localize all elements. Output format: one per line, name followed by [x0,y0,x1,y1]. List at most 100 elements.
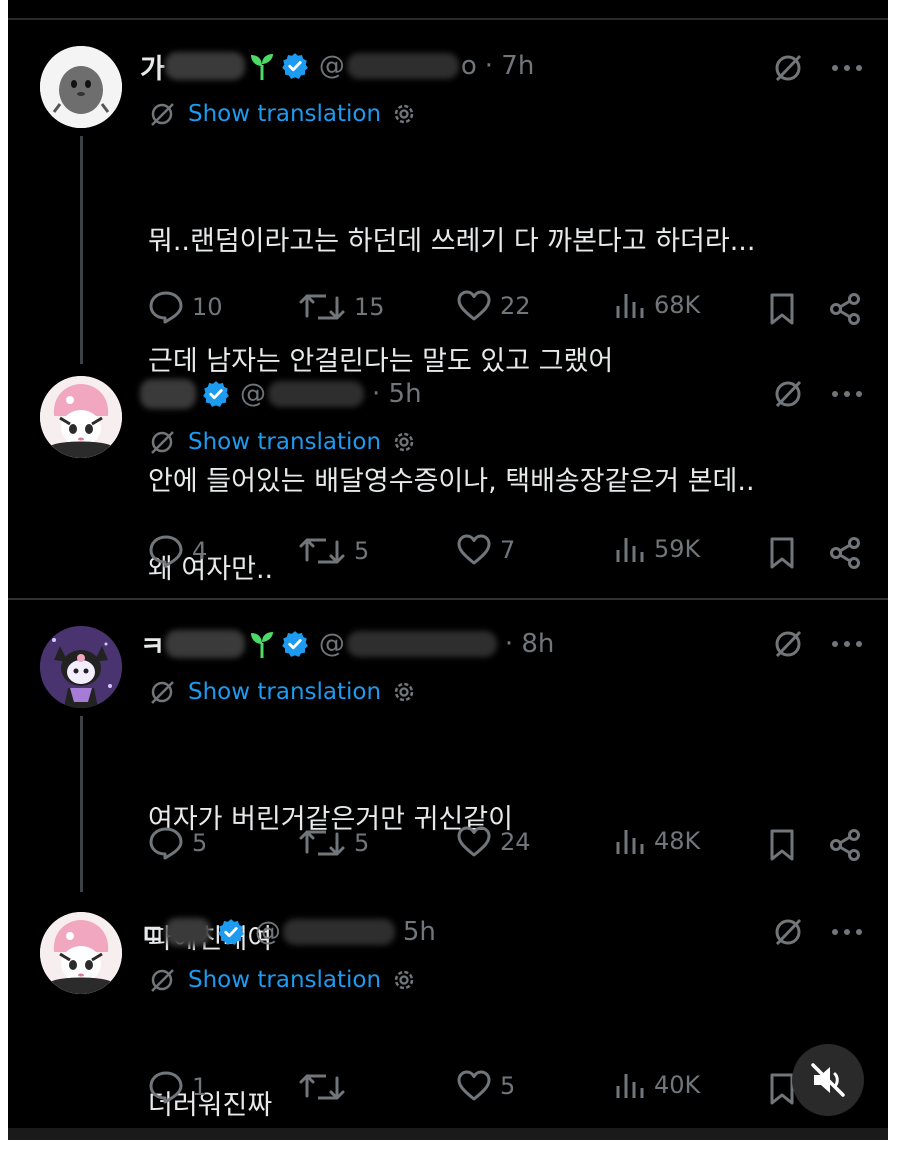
more-options-icon[interactable] [830,58,864,78]
like-count: 22 [500,292,531,320]
gear-icon[interactable] [391,967,417,993]
view-count: 68K [654,291,701,319]
reply-icon [149,291,183,324]
views-chart-icon [616,1074,644,1098]
timestamp[interactable]: · 8h [505,629,555,659]
sprout-icon [250,54,273,80]
like-button[interactable]: 22 [456,290,531,322]
avatar[interactable] [40,376,122,458]
gear-icon[interactable] [391,101,417,127]
like-count: 24 [500,828,531,856]
grok-slash-icon[interactable] [772,916,804,948]
repost-count: 5 [354,537,370,565]
handle[interactable]: @ · 5h [240,379,422,409]
like-count: 5 [500,1072,516,1100]
tweet-header: @ · 5h [140,374,422,414]
bottom-divider [8,1128,888,1140]
action-bar: 4 5 7 59K [148,534,868,574]
reply-count: 5 [192,829,208,857]
share-icon[interactable] [828,292,862,326]
action-bar: 10 15 22 68K [148,290,868,330]
more-options-icon[interactable] [830,922,864,942]
tweet-text-line: 뭐..랜덤이라고는 하던데 쓰레기 다 까본다고 하더라... [148,226,756,257]
show-translation[interactable]: Show translation [148,966,417,994]
handle[interactable]: @ · 8h [319,629,555,659]
gear-icon[interactable] [391,679,417,705]
reply-count: 10 [192,293,223,321]
handle-prefix: @ [318,51,345,81]
like-button[interactable]: 7 [456,534,515,566]
grok-slash-icon[interactable] [772,52,804,84]
view-count: 59K [654,535,701,563]
show-translation-label[interactable]: Show translation [188,679,381,705]
thread-line [80,136,83,364]
views-chart-icon [616,294,644,318]
blurred-handle [282,919,395,945]
verified-badge-icon [218,919,244,945]
handle-prefix: @ [318,629,345,659]
repost-button[interactable]: 15 [298,290,385,324]
blurred-handle [346,53,459,79]
translate-globe-icon [151,969,174,992]
show-translation[interactable]: Show translation [148,100,417,128]
tweet-header: 가 @ o · 7h [140,46,534,86]
repost-button[interactable]: 5 [298,826,369,860]
share-icon[interactable] [828,828,862,862]
gear-icon[interactable] [391,429,417,455]
handle[interactable]: @ o · 7h [319,51,534,81]
views-button[interactable]: 40K [614,1070,700,1100]
blurred-name [164,52,245,80]
avatar[interactable] [40,912,122,994]
verified-badge-icon [282,53,308,79]
reply-icon [149,535,183,568]
timestamp[interactable]: 5h [403,917,436,947]
reply-button[interactable]: 10 [148,290,223,324]
like-button[interactable]: 5 [456,1070,515,1102]
show-translation-label[interactable]: Show translation [188,429,381,455]
translate-globe-icon [151,681,174,704]
blurred-handle [268,381,364,407]
reply-icon [149,1071,183,1104]
bookmark-icon[interactable] [768,292,796,326]
avatar[interactable] [40,46,122,128]
more-options-icon[interactable] [830,634,864,654]
blurred-name [164,918,211,946]
reply-button[interactable]: 1 [148,1070,207,1104]
show-translation-label[interactable]: Show translation [188,101,381,127]
show-translation[interactable]: Show translation [148,678,417,706]
sprout-icon [250,632,273,658]
view-count: 48K [654,827,701,855]
timestamp[interactable]: · 5h [372,379,422,409]
views-button[interactable]: 48K [614,826,700,856]
display-name[interactable]: ㅋ [140,625,165,664]
share-icon[interactable] [828,536,862,570]
reply-button[interactable]: 4 [148,534,207,568]
reply-icon [149,827,183,860]
view-count: 40K [654,1071,701,1099]
reply-button[interactable]: 5 [148,826,207,860]
repost-button[interactable] [298,1070,354,1104]
show-translation-label[interactable]: Show translation [188,967,381,993]
grok-slash-icon[interactable] [772,378,804,410]
top-divider [8,18,888,20]
like-button[interactable]: 24 [456,826,531,858]
bookmark-icon[interactable] [768,828,796,862]
display-name[interactable]: ㄷ [140,913,165,952]
tweet-header: ㄷ @ 5h [140,912,436,952]
grok-slash-icon[interactable] [772,628,804,660]
views-button[interactable]: 59K [614,534,700,564]
mute-button[interactable] [792,1044,864,1116]
bookmark-icon[interactable] [768,536,796,570]
display-name[interactable]: 가 [140,47,165,86]
show-translation[interactable]: Show translation [148,428,417,456]
tweet-header: ㅋ @ · 8h [140,624,554,664]
more-options-icon[interactable] [830,384,864,404]
heart-icon [457,1070,491,1101]
handle[interactable]: @ 5h [255,917,436,947]
speaker-muted-icon [811,1063,845,1097]
timestamp[interactable]: · 7h [485,51,535,81]
verified-badge-icon [282,631,308,657]
views-button[interactable]: 68K [614,290,700,320]
repost-button[interactable]: 5 [298,534,369,568]
avatar[interactable] [40,626,122,708]
